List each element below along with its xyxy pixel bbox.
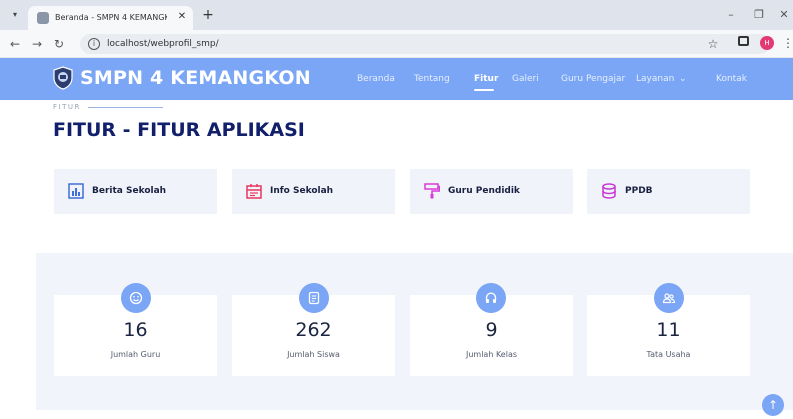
stat-value: 262 bbox=[295, 319, 332, 341]
stat-value: 16 bbox=[123, 319, 148, 341]
feature-label: Berita Sekolah bbox=[92, 186, 167, 196]
calendar-icon bbox=[246, 184, 262, 199]
section-title: FITUR - FITUR APLIKASI bbox=[53, 119, 305, 141]
feature-card-guru[interactable]: Guru Pendidik bbox=[410, 169, 573, 214]
document-icon bbox=[299, 283, 329, 313]
feature-label: PPDB bbox=[625, 186, 653, 196]
headphones-icon bbox=[476, 283, 506, 313]
minimize-icon[interactable]: – bbox=[723, 7, 739, 23]
nav-kontak[interactable]: Kontak bbox=[716, 72, 747, 86]
back-icon[interactable]: ← bbox=[7, 36, 23, 52]
people-icon bbox=[654, 283, 684, 313]
address-bar[interactable]: i localhost/webprofil_smp/ ☆ bbox=[80, 34, 770, 54]
star-icon[interactable]: ☆ bbox=[706, 36, 720, 52]
stat-value: 9 bbox=[485, 319, 498, 341]
browser-toolbar: ← → ↻ i localhost/webprofil_smp/ ☆ bbox=[0, 30, 793, 58]
nav-active-indicator bbox=[474, 89, 494, 91]
feature-label: Info Sekolah bbox=[270, 186, 334, 196]
nav-beranda[interactable]: Beranda bbox=[357, 72, 395, 86]
stat-label: Jumlah Siswa bbox=[287, 350, 340, 359]
browser-tab-bar: ▾ Beranda - SMPN 4 KEMANGKO ✕ + – ❐ ✕ bbox=[0, 0, 793, 30]
favicon-icon bbox=[37, 12, 49, 24]
browser-tab[interactable]: Beranda - SMPN 4 KEMANGKO ✕ bbox=[28, 6, 193, 30]
back-to-top-button[interactable]: ↑ bbox=[762, 394, 784, 416]
smile-icon bbox=[121, 283, 151, 313]
stat-label: Jumlah Kelas bbox=[465, 350, 518, 359]
feature-label: Guru Pendidik bbox=[448, 186, 520, 196]
url-text[interactable]: localhost/webprofil_smp/ bbox=[107, 37, 219, 51]
feature-card-berita[interactable]: Berita Sekolah bbox=[54, 169, 217, 214]
forward-icon[interactable]: → bbox=[29, 36, 45, 52]
stat-label: Jumlah Guru bbox=[110, 350, 161, 359]
nav-fitur[interactable]: Fitur bbox=[474, 72, 498, 86]
stat-value: 11 bbox=[656, 319, 681, 341]
feature-card-info[interactable]: Info Sekolah bbox=[232, 169, 395, 214]
site-navbar: SMPN 4 KEMANGKON Beranda Tentang Fitur G… bbox=[0, 58, 793, 100]
restore-icon[interactable]: ❐ bbox=[751, 7, 767, 23]
profile-icon[interactable]: H bbox=[760, 36, 774, 50]
bar-chart-icon bbox=[68, 183, 84, 199]
info-icon[interactable]: i bbox=[88, 38, 100, 50]
database-icon bbox=[602, 183, 616, 199]
nav-guru-pengajar[interactable]: Guru Pengajar bbox=[561, 72, 625, 86]
section-eyebrow: FITUR bbox=[53, 103, 81, 111]
new-tab-button[interactable]: + bbox=[201, 8, 215, 22]
close-icon[interactable]: ✕ bbox=[776, 7, 792, 23]
school-logo-icon[interactable] bbox=[52, 66, 74, 90]
reload-icon[interactable]: ↻ bbox=[51, 36, 67, 52]
site-brand[interactable]: SMPN 4 KEMANGKON bbox=[80, 65, 311, 91]
nav-layanan[interactable]: Layanan bbox=[636, 72, 674, 86]
nav-galeri[interactable]: Galeri bbox=[512, 72, 539, 86]
eyebrow-divider bbox=[88, 107, 163, 108]
chevron-down-icon[interactable]: ⌄ bbox=[679, 72, 687, 86]
tab-menu-icon[interactable]: ▾ bbox=[8, 8, 22, 22]
paint-roller-icon bbox=[424, 183, 440, 199]
side-panel-icon[interactable] bbox=[738, 36, 749, 46]
tab-title: Beranda - SMPN 4 KEMANGKO bbox=[55, 13, 167, 22]
tab-close-icon[interactable]: ✕ bbox=[175, 10, 189, 24]
feature-card-ppdb[interactable]: PPDB bbox=[587, 169, 750, 214]
stat-label: Tata Usaha bbox=[646, 350, 691, 359]
kebab-icon[interactable]: ⋮ bbox=[782, 36, 793, 50]
nav-tentang[interactable]: Tentang bbox=[414, 72, 450, 86]
